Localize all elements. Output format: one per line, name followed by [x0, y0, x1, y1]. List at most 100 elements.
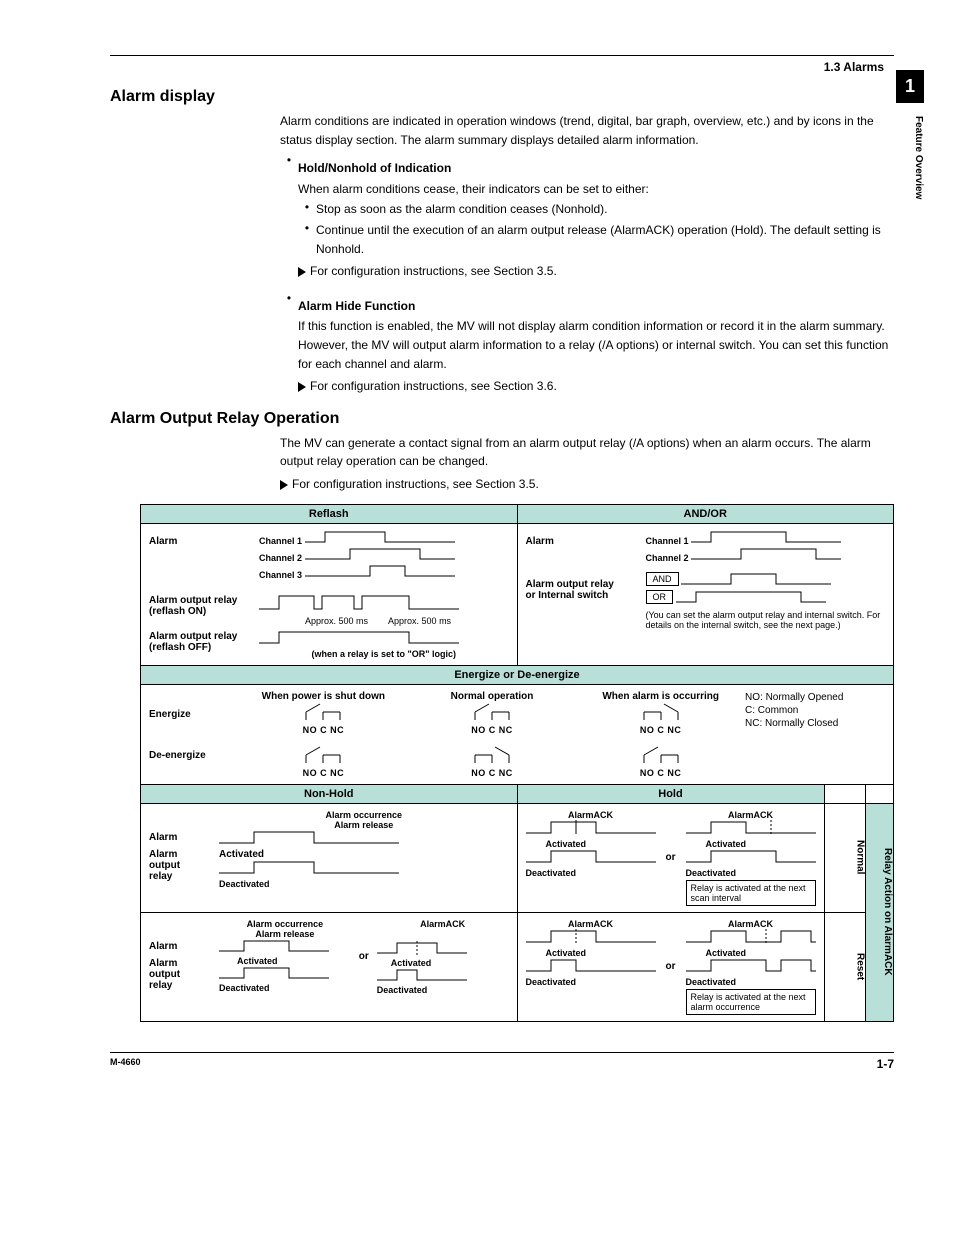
alarm-label: Alarm	[149, 832, 199, 843]
relay-contact-icon	[636, 702, 686, 722]
relay-terminal-labels: NO C NC	[576, 768, 745, 778]
deactivated-label: Deactivated	[526, 977, 656, 987]
heading-alarm-display: Alarm display	[110, 88, 894, 106]
andor-alarm-label: Alarm	[526, 536, 626, 547]
reflash-relay-on-label: Alarm output relay (reflash ON)	[149, 595, 239, 617]
timing-waveform-icon	[305, 530, 455, 544]
timing-waveform-icon	[219, 939, 329, 953]
energize-col-2: Normal operation	[408, 691, 577, 702]
timing-waveform-icon	[686, 849, 816, 865]
relay-contact-icon	[298, 745, 348, 765]
timing-waveform-icon	[305, 564, 455, 578]
reflash-ch1: Channel 1	[259, 536, 302, 546]
legend-no: NO: Normally Opened	[745, 691, 885, 704]
bullet-icon: •	[280, 291, 298, 305]
deactivated-label: Deactivated	[219, 983, 351, 993]
triangle-icon	[298, 382, 306, 392]
note-scan-interval: Relay is activated at the next scan inte…	[686, 880, 816, 906]
relay-terminal-labels: NO C NC	[408, 768, 577, 778]
reflash-approx-1: Approx. 500 ms	[305, 616, 368, 626]
reflash-approx-2: Approx. 500 ms	[388, 616, 451, 626]
alarm-label: Alarm	[149, 941, 199, 952]
nonhold-normal-cell: Alarm Alarm output relay Alarm occurrenc…	[141, 803, 518, 912]
nonhold-header: Non-Hold	[141, 784, 518, 803]
legend-c: C: Common	[745, 704, 885, 717]
header-section-ref: 1.3 Alarms	[110, 60, 894, 74]
hold-nonhold-item-2: Continue until the execution of an alarm…	[316, 221, 894, 258]
alarm-hide-body: If this function is enabled, the MV will…	[298, 317, 894, 373]
xref-3-6: For configuration instructions, see Sect…	[310, 379, 557, 393]
andor-note: (You can set the alarm output relay and …	[646, 610, 886, 630]
reflash-cell: Alarm Alarm output relay (reflash ON) Al…	[141, 523, 518, 665]
reflash-ch2: Channel 2	[259, 553, 302, 563]
blank-cell	[824, 784, 866, 803]
side-tab-relay-action: Relay Action on AlarmACK	[866, 803, 894, 1021]
hold-nonhold-item-1: Stop as soon as the alarm condition ceas…	[316, 200, 894, 219]
or-label: or	[666, 852, 676, 863]
timing-waveform-icon	[676, 590, 826, 604]
activated-label: Activated	[526, 948, 656, 958]
activated-label: Activated	[219, 849, 264, 860]
relay-operation-diagram-table: Reflash AND/OR Alarm Alarm output relay …	[140, 504, 894, 1022]
chapter-tab: 1	[896, 70, 924, 103]
timing-waveform-icon	[526, 849, 656, 865]
relay-terminal-labels: NO C NC	[408, 725, 577, 735]
legend-nc: NC: Normally Closed	[745, 717, 885, 730]
alarm-release-label: Alarm release	[219, 929, 351, 939]
footer-page-number: 1-7	[877, 1057, 894, 1071]
and-box: AND	[646, 572, 679, 586]
heading-relay-operation: Alarm Output Relay Operation	[110, 410, 894, 428]
side-tab-reset: Reset	[824, 912, 866, 1021]
timing-waveform-icon	[686, 958, 816, 974]
timing-waveform-icon	[686, 820, 816, 836]
alarmack-label: AlarmACK	[526, 919, 656, 929]
activated-label: Activated	[219, 956, 351, 966]
hold-header: Hold	[517, 784, 824, 803]
reflash-relay-off-label: Alarm output relay (reflash OFF)	[149, 631, 239, 653]
side-tab-normal: Normal	[824, 803, 866, 912]
timing-waveform-icon	[305, 547, 455, 561]
relay-contact-icon	[467, 745, 517, 765]
timing-waveform-icon	[526, 929, 656, 945]
reflash-header: Reflash	[141, 504, 518, 523]
hold-nonhold-intro: When alarm conditions cease, their indic…	[298, 180, 894, 199]
timing-waveform-icon	[691, 530, 841, 544]
alarm-output-relay-label: Alarm output relay	[149, 849, 199, 882]
andor-ch1: Channel 1	[646, 536, 689, 546]
alarmack-label: AlarmACK	[377, 919, 509, 929]
or-label: or	[359, 951, 369, 962]
alarm-display-intro: Alarm conditions are indicated in operat…	[280, 112, 894, 149]
hold-reset-cell: AlarmACK Activated Deactivated or AlarmA…	[517, 912, 824, 1021]
bullet-icon: •	[298, 221, 316, 235]
timing-waveform-icon	[377, 968, 467, 982]
relay-contact-icon	[636, 745, 686, 765]
relay-terminal-labels: NO C NC	[239, 768, 408, 778]
timing-waveform-icon	[259, 630, 459, 646]
or-label: or	[666, 961, 676, 972]
andor-cell: Alarm Alarm output relay or Internal swi…	[517, 523, 894, 665]
page-footer: M-4660 1-7	[110, 1052, 894, 1071]
alarm-release-label: Alarm release	[219, 820, 509, 830]
xref-3-5a: For configuration instructions, see Sect…	[310, 264, 557, 278]
alarm-output-relay-label: Alarm output relay	[149, 958, 199, 991]
alarm-occurrence-label: Alarm occurrence	[219, 810, 509, 820]
top-rule	[110, 55, 894, 56]
timing-waveform-icon	[691, 547, 841, 561]
blank-cell	[866, 784, 894, 803]
activated-label: Activated	[686, 839, 816, 849]
activated-label: Activated	[686, 948, 816, 958]
timing-waveform-icon	[259, 593, 459, 613]
energize-header: Energize or De-energize	[141, 665, 894, 684]
reflash-ch3: Channel 3	[259, 570, 302, 580]
reflash-note: (when a relay is set to "OR" logic)	[259, 649, 509, 659]
triangle-icon	[280, 480, 288, 490]
deactivated-label: Deactivated	[686, 868, 816, 878]
reflash-alarm-label: Alarm	[149, 536, 239, 547]
bullet-icon: •	[298, 200, 316, 214]
andor-relay-switch-label: Alarm output relay or Internal switch	[526, 579, 626, 601]
activated-label: Activated	[377, 958, 509, 968]
timing-waveform-icon	[377, 941, 467, 955]
footer-doc-id: M-4660	[110, 1057, 141, 1071]
deenergize-row-label: De-energize	[149, 750, 229, 761]
andor-header: AND/OR	[517, 504, 894, 523]
